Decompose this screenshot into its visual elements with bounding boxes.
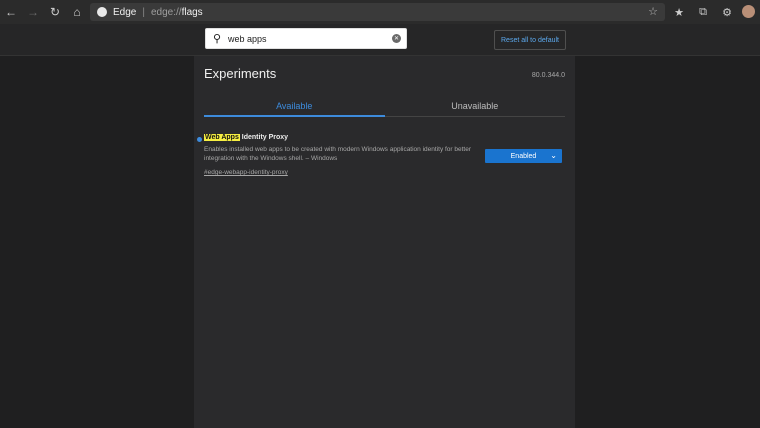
address-bar[interactable]: Edge | edge:// flags ☆	[90, 3, 665, 21]
refresh-icon[interactable]: ↻	[44, 1, 66, 23]
flag-name-highlight: Web Apps	[204, 134, 240, 141]
flag-description: Enables installed web apps to be created…	[204, 146, 472, 162]
flag-state-select[interactable]: Enabled ⌄	[485, 149, 562, 163]
collections-icon[interactable]: ⧉	[694, 2, 712, 22]
back-icon[interactable]: ←	[0, 1, 22, 23]
tab-available[interactable]: Available	[204, 96, 385, 117]
tab-bar: Available Unavailable	[204, 96, 565, 117]
edge-logo-icon	[97, 7, 107, 17]
site-name: Edge	[113, 6, 137, 18]
url-scheme: edge://	[150, 6, 182, 18]
flag-item: Web Apps Identity Proxy Enables installe…	[197, 134, 565, 194]
search-input[interactable]	[224, 33, 392, 44]
experiments-panel: Experiments 80.0.344.0 Available Unavail…	[194, 56, 575, 428]
profile-avatar[interactable]	[742, 5, 755, 18]
chevron-down-icon: ⌄	[550, 151, 557, 160]
url-path: flags	[181, 6, 203, 18]
add-favorite-icon[interactable]: ☆	[648, 5, 658, 18]
browser-toolbar: ← → ↻ ⌂ Edge | edge:// flags ☆ ★ ⧉ ⚙ ☺	[0, 0, 760, 24]
search-box[interactable]: ⚲ ✕	[205, 28, 407, 49]
toolbar-right-icons: ★ ⧉ ⚙ ☺	[670, 2, 760, 22]
forward-icon[interactable]: →	[22, 1, 44, 23]
flag-name: Web Apps Identity Proxy	[204, 134, 288, 141]
flag-link[interactable]: #edge-webapp-identity-proxy	[204, 169, 288, 176]
flag-name-rest: Identity Proxy	[239, 134, 289, 141]
home-icon[interactable]: ⌂	[66, 1, 88, 23]
flags-header: ⚲ ✕ Reset all to default	[0, 24, 760, 56]
flag-modified-dot	[197, 137, 202, 142]
extensions-icon[interactable]: ⚙	[718, 2, 736, 22]
favorites-icon[interactable]: ★	[670, 2, 688, 22]
tab-unavailable[interactable]: Unavailable	[385, 96, 566, 116]
reset-all-button[interactable]: Reset all to default	[494, 30, 566, 50]
page-title: Experiments	[204, 66, 277, 81]
flag-state-value: Enabled	[510, 152, 537, 160]
version-label: 80.0.344.0	[531, 72, 565, 79]
clear-search-icon[interactable]: ✕	[392, 34, 401, 43]
address-separator: |	[142, 6, 145, 18]
search-icon: ⚲	[212, 33, 222, 45]
